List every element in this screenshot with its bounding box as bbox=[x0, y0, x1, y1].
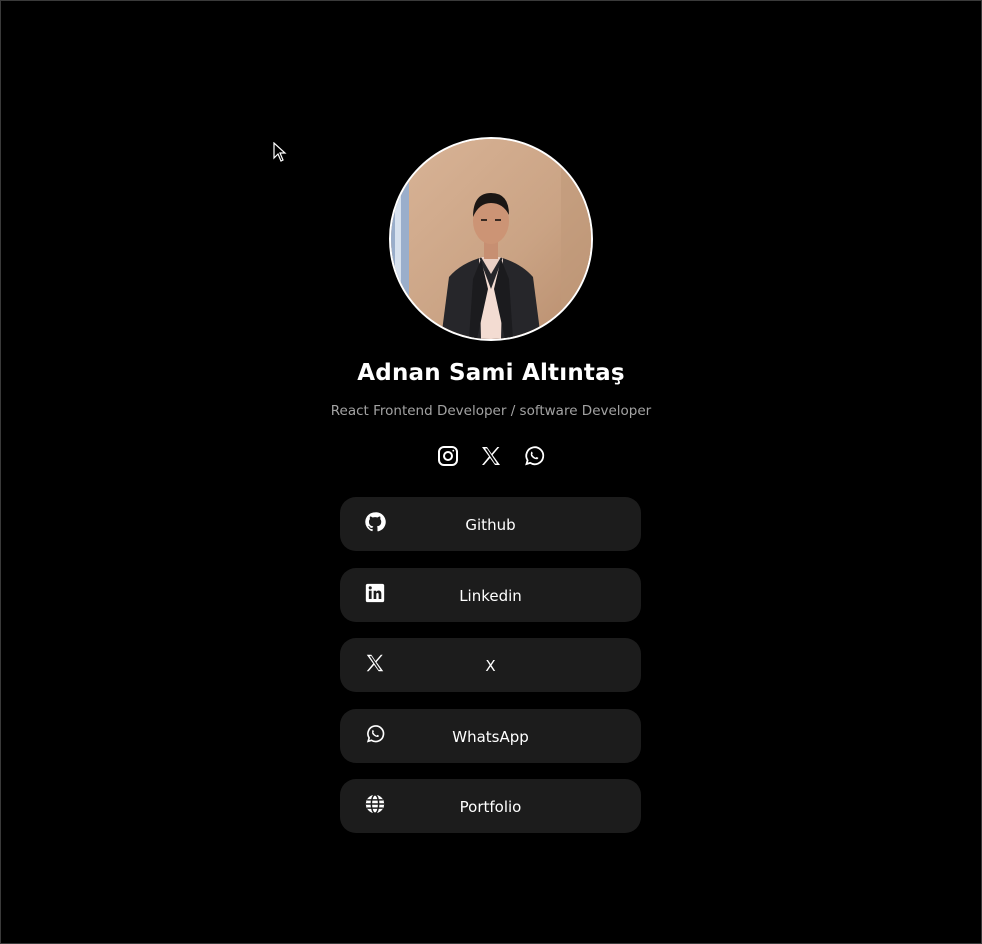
profile-subtitle: React Frontend Developer / software Deve… bbox=[330, 403, 652, 419]
profile-name: Adnan Sami Altıntaş bbox=[357, 360, 625, 386]
portfolio-link-button[interactable]: Portfolio bbox=[340, 779, 641, 833]
x-icon[interactable] bbox=[479, 443, 504, 468]
link-label: WhatsApp bbox=[452, 727, 529, 746]
link-label: X bbox=[485, 657, 496, 675]
profile-avatar bbox=[389, 137, 593, 341]
links-list: Github Linkedin X WhatsApp Portfolio bbox=[340, 497, 641, 850]
link-label: Linkedin bbox=[459, 586, 522, 605]
mouse-cursor-icon bbox=[273, 142, 287, 162]
whatsapp-link-button[interactable]: WhatsApp bbox=[340, 708, 641, 763]
instagram-icon[interactable] bbox=[436, 443, 461, 468]
x-link-button[interactable]: X bbox=[340, 638, 641, 692]
linkedin-link-button[interactable]: Linkedin bbox=[340, 567, 641, 622]
link-label: Portfolio bbox=[459, 798, 522, 816]
link-label: Github bbox=[465, 516, 516, 534]
whatsapp-icon[interactable] bbox=[522, 443, 547, 468]
github-link-button[interactable]: Github bbox=[340, 497, 641, 551]
social-icons-row bbox=[0, 443, 982, 469]
